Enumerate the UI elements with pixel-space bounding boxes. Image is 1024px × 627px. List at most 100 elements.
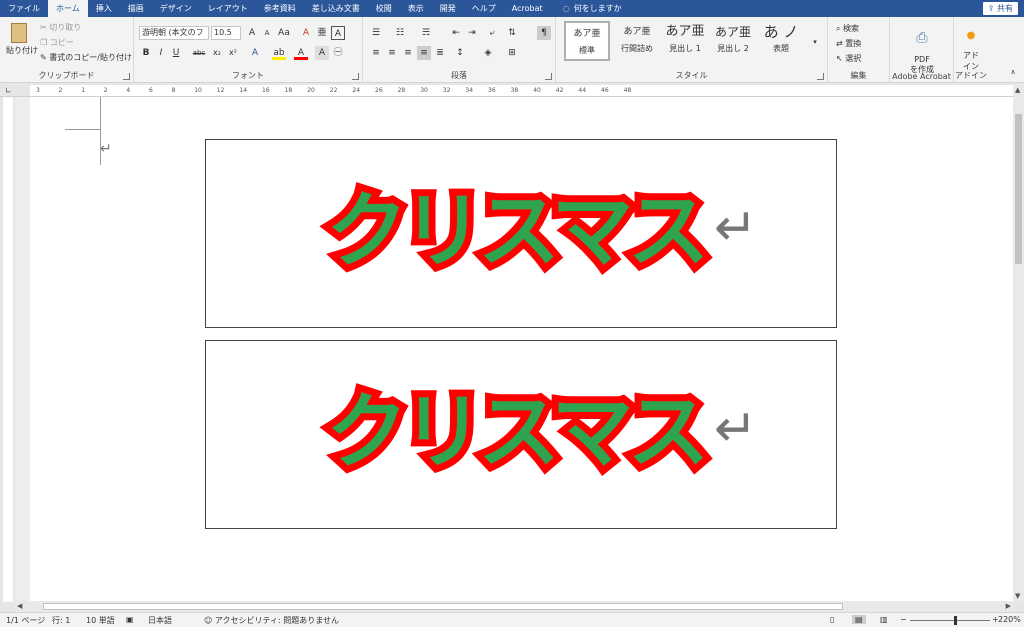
wordart-text[interactable]: クリスマス (319, 177, 717, 286)
wordart-textbox-1[interactable]: クリスマス ↵ (205, 139, 837, 328)
align-right-icon[interactable]: ≡ (401, 46, 415, 60)
shading-icon[interactable]: ◈ (481, 46, 495, 60)
scroll-right-icon[interactable]: ▶ (1006, 602, 1011, 610)
sort-icon[interactable]: ⇅ (505, 26, 519, 40)
styles-launcher[interactable] (817, 73, 824, 80)
italic-icon[interactable]: I (154, 46, 168, 60)
scroll-down-icon[interactable]: ▼ (1015, 592, 1020, 600)
document-area: ↵ クリスマス ↵ クリスマス ↵ (15, 97, 1024, 602)
phonetic-guide-icon[interactable]: 亜 (315, 26, 329, 40)
vertical-ruler-track[interactable] (3, 97, 13, 602)
underline-icon[interactable]: U (169, 46, 183, 60)
justify-icon[interactable]: ≡ (417, 46, 431, 60)
zoom-slider[interactable] (910, 620, 990, 621)
tab-file[interactable]: ファイル (0, 0, 48, 17)
print-layout-icon[interactable]: ▤ (852, 615, 866, 624)
multilevel-list-icon[interactable]: ☴ (419, 26, 433, 40)
web-layout-icon[interactable]: ▥ (880, 615, 888, 624)
vertical-scroll-thumb[interactable] (1015, 114, 1022, 264)
find-button[interactable]: ⌕ 検索 (836, 23, 859, 34)
font-size-combo[interactable]: 10.5 (211, 26, 241, 40)
select-button[interactable]: ↖ 選択 (836, 53, 861, 64)
ribbon: 貼り付け ✂ 切り取り ❐ コピー ✎ 書式のコピー/貼り付け クリップボード … (0, 17, 1024, 83)
read-mode-icon[interactable]: ▯ (830, 615, 834, 624)
character-border-icon[interactable]: A (331, 26, 345, 40)
borders-icon[interactable]: ⊞ (505, 46, 519, 60)
tab-review[interactable]: 校閲 (368, 0, 400, 17)
zoom-level[interactable]: 220% (998, 615, 1021, 624)
word-count[interactable]: 10 単語 (86, 615, 115, 626)
show-marks-icon[interactable]: ¶ (537, 26, 551, 40)
font-color-icon[interactable]: A (294, 46, 308, 60)
superscript-icon[interactable]: x² (226, 46, 240, 60)
text-effects-icon[interactable]: A (248, 46, 262, 60)
proofing-icon[interactable]: ▣ (126, 615, 134, 624)
tab-references[interactable]: 参考資料 (256, 0, 304, 17)
page-count[interactable]: 1/1 ページ (6, 615, 45, 626)
bold-icon[interactable]: B (139, 46, 153, 60)
line-number[interactable]: 行: 1 (52, 615, 70, 626)
subscript-icon[interactable]: x₂ (210, 46, 224, 60)
line-spacing-icon[interactable]: ↕ (453, 46, 467, 60)
font-launcher[interactable] (352, 73, 359, 80)
style-heading-2[interactable]: あア亜 見出し 2 (710, 21, 756, 61)
character-shading-icon[interactable]: A (315, 46, 329, 60)
text-direction-icon[interactable]: ⤶ (485, 26, 499, 40)
decrease-indent-icon[interactable]: ⇤ (449, 26, 463, 40)
tab-view[interactable]: 表示 (400, 0, 432, 17)
wordart-text[interactable]: クリスマス (319, 378, 717, 487)
collapse-ribbon-icon[interactable]: ∧ (1006, 65, 1020, 79)
cut-button[interactable]: ✂ 切り取り (40, 22, 81, 33)
zoom-out-icon[interactable]: − (900, 615, 907, 624)
accessibility-status[interactable]: ☺ アクセシビリティ: 問題ありません (204, 615, 339, 626)
scroll-left-icon[interactable]: ◀ (17, 602, 22, 610)
tab-acrobat[interactable]: Acrobat (504, 0, 551, 17)
clipboard-launcher[interactable] (123, 73, 130, 80)
style-heading-1[interactable]: あア亜 見出し 1 (662, 21, 708, 61)
bullets-icon[interactable]: ☰ (369, 26, 383, 40)
share-button[interactable]: ⇪ 共有 (982, 2, 1018, 15)
pdf-icon: ⎙ (916, 30, 928, 46)
numbering-icon[interactable]: ☷ (393, 26, 407, 40)
grow-font-icon[interactable]: A (245, 26, 259, 40)
change-case-icon[interactable]: Aa (277, 26, 291, 40)
style-title[interactable]: あ ノ 表題 (758, 21, 804, 61)
format-painter-button[interactable]: ✎ 書式のコピー/貼り付け (40, 52, 132, 63)
scroll-up-icon[interactable]: ▲ (1015, 86, 1020, 94)
paste-button[interactable]: 貼り付け (6, 21, 38, 63)
tab-draw[interactable]: 描画 (120, 0, 152, 17)
enclosed-character-icon[interactable]: ㊀ (331, 46, 345, 60)
font-name-combo[interactable]: 游明朝 (本文のフ (139, 26, 209, 40)
style-no-spacing[interactable]: あア亜 行間詰め (614, 21, 660, 61)
highlight-icon[interactable]: ab (272, 46, 286, 60)
align-center-icon[interactable]: ≡ (385, 46, 399, 60)
paragraph-launcher[interactable] (545, 73, 552, 80)
vertical-scrollbar[interactable]: ▲ ▼ (1013, 84, 1024, 602)
shrink-font-icon[interactable]: A (260, 26, 274, 40)
tab-mailings[interactable]: 差し込み文書 (304, 0, 368, 17)
styles-more-icon[interactable]: ▾ (808, 35, 822, 49)
strikethrough-icon[interactable]: abc (192, 46, 206, 60)
tab-home[interactable]: ホーム (48, 0, 88, 17)
language[interactable]: 日本語 (148, 615, 172, 626)
align-left-icon[interactable]: ≡ (369, 46, 383, 60)
replace-button[interactable]: ⇄ 置換 (836, 38, 861, 49)
horizontal-scroll-thumb[interactable] (43, 603, 843, 610)
tell-me-search[interactable]: ◌ 何をしますか (551, 0, 622, 17)
wordart-textbox-2[interactable]: クリスマス ↵ (205, 340, 837, 529)
tab-selector-icon[interactable]: ∟ (5, 86, 12, 95)
ruler-track[interactable]: 3 2 1 2 4 6 8 10 12 14 16 18 20 22 24 26 28 30 32 34 36 38 40 4… (30, 85, 1015, 96)
copy-button[interactable]: ❐ コピー (40, 37, 74, 48)
clear-format-icon[interactable]: A (299, 26, 313, 40)
tab-design[interactable]: デザイン (152, 0, 200, 17)
increase-indent-icon[interactable]: ⇥ (465, 26, 479, 40)
distribute-icon[interactable]: ≣ (433, 46, 447, 60)
tab-developer[interactable]: 開発 (432, 0, 464, 17)
page[interactable]: ↵ クリスマス ↵ クリスマス ↵ (30, 97, 1024, 602)
tab-help[interactable]: ヘルプ (464, 0, 504, 17)
horizontal-scrollbar[interactable]: ◀ ▶ (15, 601, 1013, 612)
tab-layout[interactable]: レイアウト (200, 0, 256, 17)
style-normal[interactable]: あア亜 標準 (564, 21, 610, 61)
tab-insert[interactable]: 挿入 (88, 0, 120, 17)
zoom-slider-thumb[interactable] (954, 616, 957, 625)
